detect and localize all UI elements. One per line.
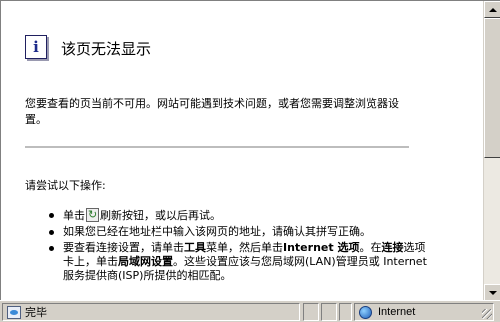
arrow-up-icon — [488, 7, 497, 12]
list-item-connection-settings: 要查看连接设置，请单击工具菜单，然后单击Internet 选项。在连接选项卡上，… — [49, 241, 429, 283]
browser-viewport: i 该页无法显示 您要查看的页当前不可用。网站可能遇到技术问题，或者您需要调整浏… — [0, 0, 500, 300]
refresh-text-before: 单击 — [63, 209, 85, 222]
conn-text-2: 菜单，然后单击 — [206, 241, 283, 254]
error-description: 您要查看的页当前不可用。网站可能遇到技术问题，或者您需要调整浏览器设置。 — [25, 97, 399, 126]
error-page-content: i 该页无法显示 您要查看的页当前不可用。网站可能遇到技术问题，或者您需要调整浏… — [1, 1, 479, 300]
scroll-down-button[interactable] — [484, 284, 500, 300]
list-item-check-address: 如果您已经在地址栏中输入该网页的地址，请确认其拼写正确。 — [49, 225, 429, 239]
conn-tools-label: 工具 — [184, 241, 206, 254]
globe-icon — [359, 305, 372, 319]
divider — [25, 146, 409, 148]
page-icon — [7, 305, 21, 319]
status-cell-1 — [303, 303, 319, 321]
vertical-scrollbar[interactable] — [483, 1, 500, 300]
check-address-text: 如果您已经在地址栏中输入该网页的地址，请确认其拼写正确。 — [63, 225, 371, 238]
status-cell-3 — [339, 303, 352, 321]
scroll-thumb[interactable] — [484, 18, 500, 158]
resize-grip-icon[interactable] — [482, 309, 492, 319]
conn-lan-label: 局域网设置 — [118, 255, 173, 268]
conn-internet-options-label: Internet 选项 — [283, 241, 360, 254]
zone-text: Internet — [378, 306, 416, 318]
page-title: 该页无法显示 — [61, 40, 152, 58]
conn-connections-label: 连接 — [381, 241, 404, 254]
conn-text-1: 要查看连接设置，请单击 — [63, 241, 184, 254]
status-panel: 完毕 — [2, 303, 300, 321]
try-label: 请尝试以下操作: — [25, 179, 106, 192]
scroll-up-button[interactable] — [484, 1, 500, 18]
status-cell-2 — [321, 303, 337, 321]
refresh-icon — [86, 208, 99, 222]
status-bar: 完毕 Internet — [0, 300, 500, 322]
list-item-refresh: 单击 刷新按钮，或以后再试。 — [49, 208, 429, 223]
conn-text-3: 。在 — [359, 241, 382, 254]
arrow-down-icon — [488, 290, 497, 295]
info-icon: i — [25, 35, 47, 59]
status-text: 完毕 — [25, 306, 47, 319]
refresh-text-after: 刷新按钮，或以后再试。 — [100, 209, 221, 222]
security-zone[interactable]: Internet — [354, 303, 494, 321]
action-list: 单击 刷新按钮，或以后再试。 如果您已经在地址栏中输入该网页的地址，请确认其拼写正… — [49, 208, 429, 285]
